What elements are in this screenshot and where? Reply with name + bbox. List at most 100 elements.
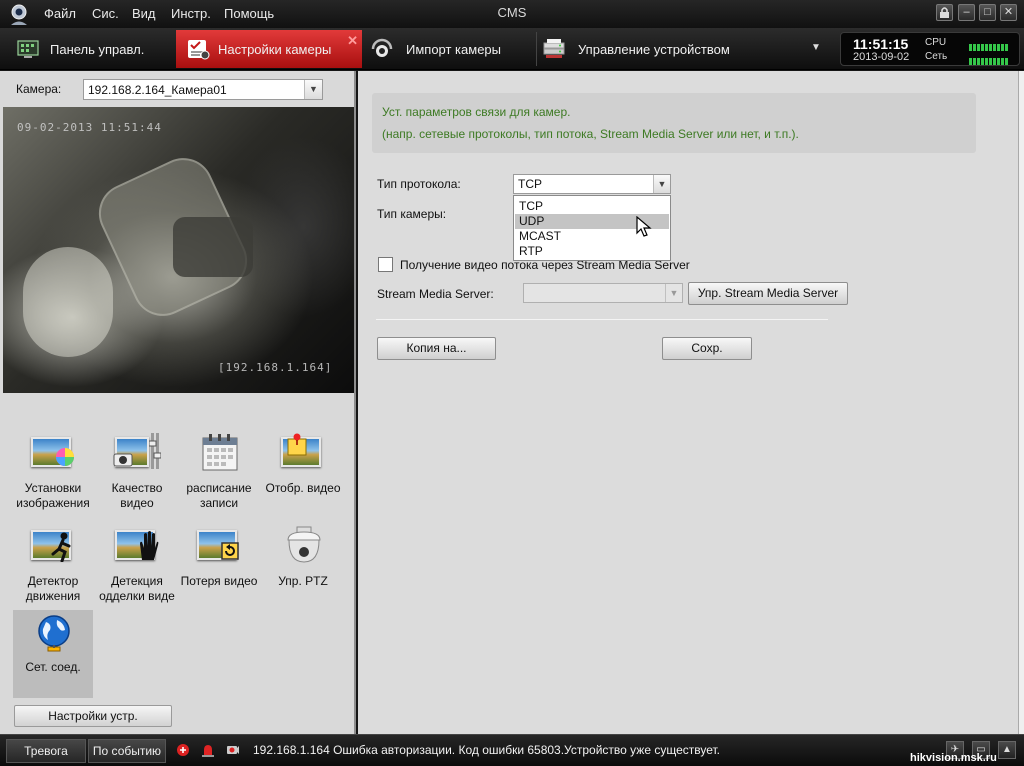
protocol-type-select[interactable]: TCP ▼: [513, 174, 671, 194]
chevron-down-icon[interactable]: ▼: [653, 175, 670, 193]
tile-label: Качество видео: [111, 481, 163, 510]
stream-media-server-label: Stream Media Server:: [377, 287, 494, 301]
tab-bar: Панель управл. Настройки камеры ✕ Импорт…: [0, 28, 1024, 70]
info-text-line1: Уст. параметров связи для камер.: [382, 105, 571, 119]
network-meter: [969, 54, 1011, 65]
tab-separator: [536, 32, 537, 66]
camera-type-label: Тип камеры:: [377, 207, 447, 221]
close-icon[interactable]: ✕: [1000, 4, 1017, 21]
tile-label: Детектор движения: [25, 574, 81, 603]
mouse-pointer-icon: [636, 216, 652, 237]
camera-select[interactable]: 192.168.2.164_Камера01 ▼: [83, 79, 323, 100]
stream-media-server-checkbox[interactable]: [378, 257, 393, 272]
camera-label: Камера:: [16, 82, 62, 96]
alarm-siren-icon[interactable]: [201, 743, 215, 757]
divider: [376, 319, 828, 320]
device-settings-button[interactable]: Настройки устр.: [14, 705, 172, 727]
video-display-icon: [281, 433, 325, 473]
camera-import-icon: [371, 38, 393, 57]
alarm-tab[interactable]: Тревога: [6, 739, 86, 763]
manage-stream-media-server-button[interactable]: Упр. Stream Media Server: [688, 282, 848, 305]
camera-alarm-icon[interactable]: [226, 743, 240, 757]
tile-video-quality[interactable]: Качество видео: [98, 433, 176, 523]
system-status-panel: 11:51:15 2013-09-02 CPU Сеть: [840, 32, 1020, 66]
stream-media-server-select[interactable]: ▼: [523, 283, 683, 303]
protocol-type-label: Тип протокола:: [377, 177, 461, 191]
tab-label: Управление устройством: [578, 42, 730, 57]
tab-camera-import[interactable]: Импорт камеры: [364, 30, 534, 68]
left-panel: Камера: 192.168.2.164_Камера01 ▼ 09-02-2…: [0, 71, 356, 734]
cms-window: Файл Сис. Вид Инстр. Помощь CMS – □ ✕ Па…: [0, 0, 1024, 766]
info-text-line2: (напр. сетевые протоколы, тип потока, St…: [382, 127, 799, 141]
tile-label: Детекция одделки виде: [99, 574, 175, 603]
tile-label: Упр. PTZ: [278, 574, 328, 588]
tile-video-loss[interactable]: Потеря видео: [180, 526, 258, 616]
tile-label: Установки изображения: [16, 481, 90, 510]
event-tab[interactable]: По событию: [88, 739, 166, 763]
app-logo-camera-icon: [11, 4, 27, 25]
record-schedule-icon: [197, 433, 241, 473]
tab-device-management[interactable]: Управление устройством: [538, 30, 804, 68]
status-message: 192.168.1.164 Ошибка авторизации. Код ош…: [253, 743, 720, 757]
lock-icon[interactable]: [936, 4, 953, 21]
video-quality-icon: [113, 433, 161, 473]
protocol-option-rtp[interactable]: RTP: [515, 244, 669, 259]
collapse-icon[interactable]: ▲: [998, 741, 1016, 759]
minimize-icon[interactable]: –: [958, 4, 975, 21]
tile-record-schedule[interactable]: расписание записи: [180, 433, 258, 523]
camera-settings-icon: [188, 40, 210, 60]
chevron-down-icon[interactable]: ▼: [304, 80, 322, 99]
tile-network-connection[interactable]: Сет. соед.: [13, 610, 93, 698]
watermark: hikvision.msk.ru: [910, 752, 997, 764]
copy-to-button[interactable]: Копия на...: [377, 337, 496, 360]
chevron-down-icon[interactable]: ▼: [665, 284, 682, 302]
maximize-icon[interactable]: □: [979, 4, 996, 21]
camera-select-value: 192.168.2.164_Камера01: [88, 83, 227, 97]
tile-video-display[interactable]: Отобр. видео: [264, 433, 342, 523]
tile-label: расписание записи: [186, 481, 252, 510]
tile-label: Отобр. видео: [265, 481, 341, 495]
tab-close-icon[interactable]: ✕: [347, 33, 358, 49]
tamper-detection-icon: [115, 526, 159, 566]
chevron-down-icon[interactable]: ▼: [808, 42, 824, 58]
control-panel-icon: [17, 40, 39, 58]
menu-system[interactable]: Сис.: [92, 6, 119, 21]
menu-view[interactable]: Вид: [132, 6, 156, 21]
tile-label: Сет. соед.: [25, 660, 81, 674]
protocol-type-value: TCP: [518, 177, 542, 191]
tab-label: Импорт камеры: [406, 42, 502, 57]
scrollbar[interactable]: [1018, 71, 1024, 734]
tile-image-settings[interactable]: Установки изображения: [14, 433, 92, 523]
device-management-icon: [543, 39, 565, 58]
title-bar: Файл Сис. Вид Инстр. Помощь CMS – □ ✕: [0, 0, 1024, 28]
cpu-meter: [969, 40, 1011, 51]
save-button[interactable]: Сохр.: [662, 337, 752, 360]
info-box: Уст. параметров связи для камер. (напр. …: [372, 93, 976, 153]
tab-label: Настройки камеры: [218, 42, 332, 57]
menu-tools[interactable]: Инстр.: [171, 6, 211, 21]
cpu-label: CPU: [925, 37, 947, 48]
motion-detection-icon: [31, 526, 75, 566]
camera-preview[interactable]: 09-02-2013 11:51:44 [192.168.1.164]: [3, 107, 354, 393]
clock-date: 2013-09-02: [853, 51, 910, 63]
tile-tamper-detection[interactable]: Детекция одделки виде: [98, 526, 176, 616]
tile-ptz-control[interactable]: Упр. PTZ: [264, 526, 342, 616]
menu-help[interactable]: Помощь: [224, 6, 274, 21]
ptz-dome-icon: [281, 526, 325, 566]
status-bar: Тревога По событию 192.168.1.164 Ошибка …: [0, 734, 1024, 766]
tab-camera-settings[interactable]: Настройки камеры ✕: [176, 30, 362, 68]
video-loss-icon: [197, 526, 241, 566]
network-label: Сеть: [925, 51, 948, 62]
tile-motion-detection[interactable]: Детектор движения: [14, 526, 92, 616]
preview-osd-timestamp: 09-02-2013 11:51:44: [17, 121, 162, 134]
tab-label: Панель управл.: [50, 42, 145, 57]
image-settings-icon: [31, 433, 75, 473]
clock-time: 11:51:15: [853, 36, 909, 52]
menu-file[interactable]: Файл: [44, 6, 76, 21]
protocol-option-tcp[interactable]: TCP: [515, 199, 669, 214]
tab-control-panel[interactable]: Панель управл.: [4, 30, 174, 68]
tile-label: Потеря видео: [180, 574, 258, 588]
network-globe-icon: [31, 614, 75, 654]
alarm-output-icon[interactable]: [176, 743, 190, 757]
preview-osd-ip: [192.168.1.164]: [218, 361, 333, 374]
